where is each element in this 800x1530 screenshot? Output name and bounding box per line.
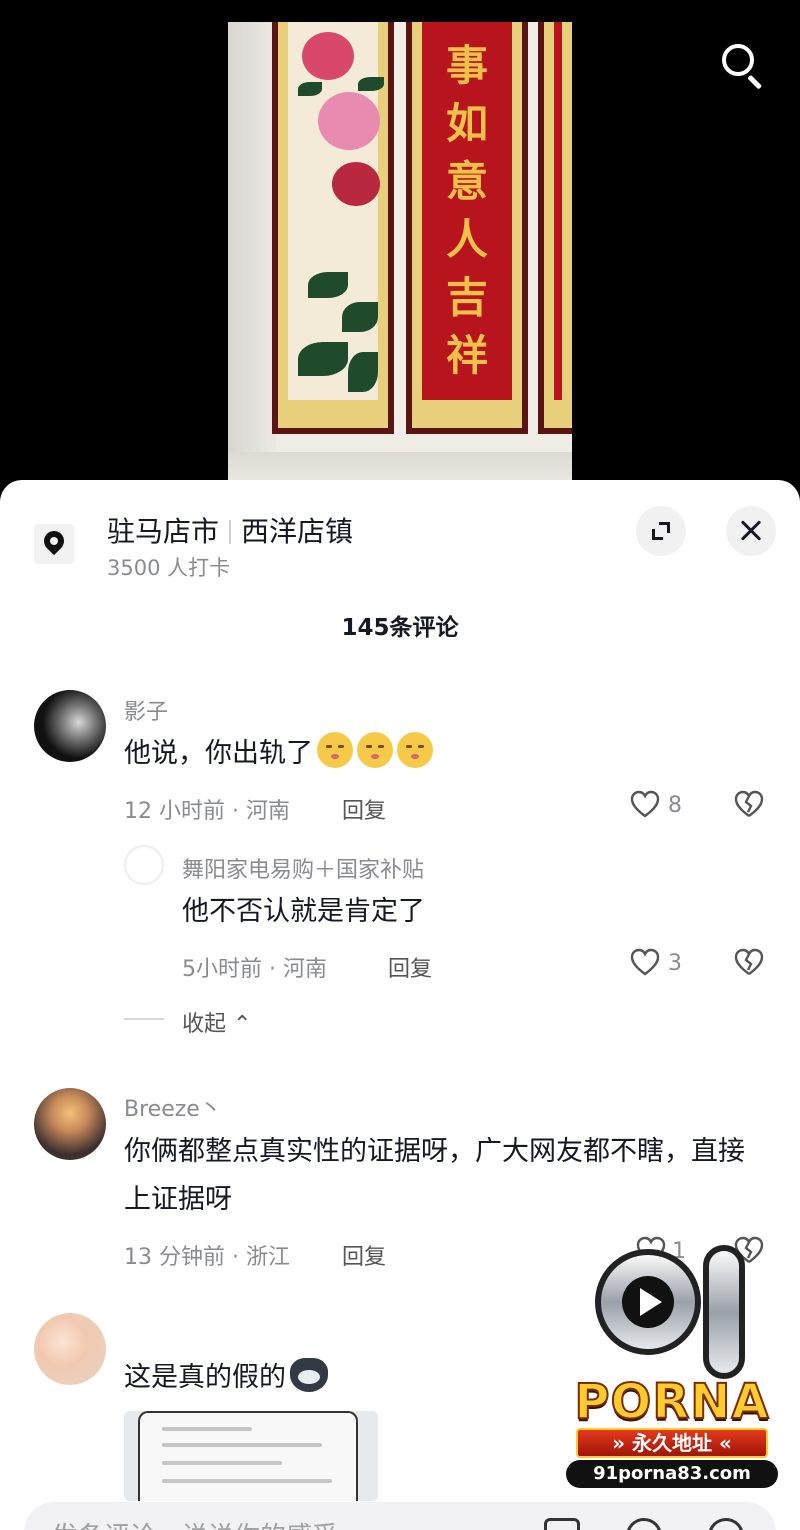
calligraphy-char: 事 [445,41,488,90]
wall [228,22,276,480]
location-town: 西洋店镇 [241,515,354,548]
like-count: 3 [668,951,682,976]
location-city: 驻马店市 [107,515,220,548]
comment-username[interactable]: 影子 [124,694,168,726]
location-pin-icon [34,524,74,564]
watermark-logo: PORNA » 永久地址 « 91porna83.com [558,1240,786,1490]
comment-text-content: 他说，你出轨了 [124,738,313,769]
comment-input-placeholder: 发条评论，说说你的感受 [52,1516,338,1530]
like-count: 8 [668,793,682,818]
video-frame: 事 如 意 人 吉 祥 [228,22,572,480]
emoji-icon[interactable] [708,1518,744,1530]
shush-emoji-icon [357,732,393,768]
collapse-replies-button[interactable]: 收起 ⌃ [182,1006,251,1038]
calligraphy-char: 如 [445,99,488,148]
comment-input[interactable]: 发条评论，说说你的感受 [24,1502,776,1530]
floor [228,452,572,480]
image-icon[interactable] [544,1518,580,1530]
couplet-panel: 事 如 意 人 吉 祥 [406,22,528,434]
heart-icon[interactable] [630,790,660,818]
calligraphy-char: 吉 [445,273,488,322]
comment-text: 他说，你出轨了 [124,730,433,778]
calligraphy-char: 意 [445,157,488,206]
collapse-divider [124,1018,164,1020]
comment-text: 这是真的假的 [124,1354,328,1402]
comment-image[interactable] [124,1411,378,1501]
comment-meta: 5小时前 · 河南 [182,957,327,982]
expand-icon [652,522,670,540]
shush-emoji-icon [397,732,433,768]
comment-meta: 12 小时前 · 河南 [124,799,290,824]
couplet-panel-edge [538,22,572,434]
logo-word: PORNA [573,1373,770,1431]
expand-button[interactable] [636,506,686,556]
logo-ribbon: » 永久地址 « [576,1428,768,1458]
location-divider [229,520,232,544]
avatar[interactable] [34,1088,106,1160]
comment-username[interactable]: Breeze丶 [124,1091,222,1123]
broken-heart-icon[interactable] [734,948,764,976]
logo-ribbon-text: » 永久地址 « [612,1431,732,1455]
calligraphy-char: 祥 [445,331,488,380]
close-button[interactable] [726,506,776,556]
cat-emoji-icon [290,1358,328,1392]
comment-text: 你俩都整点真实性的证据呀，广大网友都不瞎，直接上证据呀 [124,1136,745,1215]
location-title[interactable]: 驻马店市 西洋店镇 [107,510,353,550]
shush-emoji-icon [317,732,353,768]
collapse-label: 收起 [182,1012,227,1037]
heart-icon[interactable] [630,948,660,976]
video-player[interactable]: 事 如 意 人 吉 祥 [0,0,800,480]
reply-button[interactable]: 回复 [342,793,386,825]
broken-heart-icon[interactable] [734,790,764,818]
reply-button[interactable]: 回复 [342,1239,386,1271]
at-icon[interactable] [626,1518,662,1530]
logo-91-icon [595,1245,745,1379]
search-button[interactable] [718,40,768,90]
comment-text-content: 这是真的假的 [124,1362,286,1393]
chevron-up-icon: ⌃ [233,1012,252,1037]
avatar[interactable] [34,1313,106,1385]
comment-count: 145条评论 [341,615,459,641]
painting-panel-flowers [272,22,394,434]
location-checkins: 3500 人打卡 [107,556,231,580]
logo-url: 91porna83.com [566,1460,778,1488]
reply-button[interactable]: 回复 [388,951,432,983]
comment-username[interactable]: 舞阳家电易购＋国家补贴 [182,852,424,884]
avatar[interactable] [34,690,106,762]
phone-screenshot [138,1411,358,1501]
comment-meta: 13 分钟前 · 浙江 [124,1245,290,1270]
calligraphy-char: 人 [445,215,488,264]
avatar[interactable] [124,845,164,885]
comment-text: 他不否认就是肯定了 [182,896,425,927]
